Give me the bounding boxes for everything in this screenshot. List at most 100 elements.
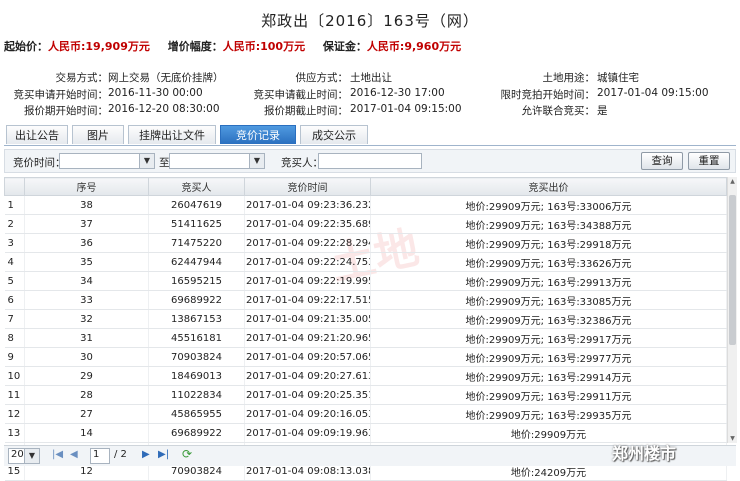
current-page-input[interactable]: 1	[90, 448, 110, 464]
table-row[interactable]: 6 33 69689922 2017-01-04 09:22:17.515 地价:299…	[4, 290, 727, 310]
bid-time-cell: 2017-01-04 09:21:20.965	[244, 328, 371, 348]
query-button[interactable]: 查询	[641, 152, 683, 170]
header-bidder[interactable]: 竞买人	[148, 177, 245, 196]
table-row[interactable]: 9 30 70903824 2017-01-04 09:20:57.065 地价:299…	[4, 347, 727, 367]
bid-price-cell: 地价:29909万元; 163号:33085万元	[370, 290, 727, 310]
last-page-icon[interactable]: ▶|	[158, 449, 169, 460]
refresh-icon[interactable]: ⟳	[182, 447, 192, 461]
apply-end-label: 竞买申请截止时间：	[253, 89, 349, 101]
table-row[interactable]: 4 35 62447944 2017-01-04 09:22:24.753 地价:299…	[4, 252, 727, 272]
bidder-cell: 18469013	[148, 366, 245, 386]
bid-price-cell: 地价:29909万元; 163号:29917万元	[370, 328, 727, 348]
bid-price-cell: 地价:29909万元; 163号:29911万元	[370, 385, 727, 405]
table-header-row: 序号 竞买人 竞价时间 竞买出价	[4, 177, 727, 196]
deposit-value: 人民币:9,960万元	[366, 40, 462, 53]
bid-price-cell: 地价:29909万元; 163号:29914万元	[370, 366, 727, 386]
bidder-cell: 26047619	[148, 195, 245, 215]
bidder-cell: 13867153	[148, 309, 245, 329]
bidder-cell: 62447944	[148, 252, 245, 272]
table-row[interactable]: 3 36 71475220 2017-01-04 09:22:28.294 地价:299…	[4, 233, 727, 253]
tab-deal-publicity[interactable]: 成交公示	[300, 125, 368, 144]
serial-cell: 14	[24, 423, 149, 443]
table-row[interactable]: 1 38 26047619 2017-01-04 09:23:36.232 地价:299…	[4, 195, 727, 215]
bid-time-end-select[interactable]: ▼	[169, 153, 265, 169]
tab-announcement[interactable]: 出让公告	[6, 125, 68, 144]
prev-page-icon[interactable]: ◀	[70, 449, 78, 460]
apply-start-label: 竞买申请开始时间：	[13, 89, 109, 101]
serial-cell: 31	[24, 328, 149, 348]
next-page-icon[interactable]: ▶	[142, 449, 150, 460]
bidder-input[interactable]	[318, 153, 422, 169]
table-row[interactable]: 11 28 11022834 2017-01-04 09:20:25.351 地价:29…	[4, 385, 727, 405]
tab-bid-records[interactable]: 竞价记录	[220, 125, 296, 144]
bidder-cell: 51411625	[148, 214, 245, 234]
bid-time-cell: 2017-01-04 09:21:35.005	[244, 309, 371, 329]
table-row[interactable]: 2 37 51411625 2017-01-04 09:22:35.689 地价:299…	[4, 214, 727, 234]
row-index: 6	[4, 290, 25, 310]
serial-cell: 32	[24, 309, 149, 329]
price-bar: 起始价：人民币:19,909万元 增价幅度：人民币:100万元 保证金：人民币:…	[4, 38, 475, 54]
timed-bid-start-value: 2017-01-04 09:15:00	[597, 87, 709, 99]
bidder-cell: 69689922	[148, 290, 245, 310]
table-row[interactable]: 7 32 13867153 2017-01-04 09:21:35.005 地价:299…	[4, 309, 727, 329]
chevron-down-icon: ▼	[139, 154, 154, 168]
bid-time-cell: 2017-01-04 09:22:35.689	[244, 214, 371, 234]
joint-bid-value: 是	[597, 105, 608, 117]
quote-end-value: 2017-01-04 09:15:00	[350, 103, 462, 115]
trade-mode-value: 网上交易（无底价挂牌）	[108, 72, 224, 84]
bid-price-cell: 地价:29909万元; 163号:34388万元	[370, 214, 727, 234]
page-size-select[interactable]: 20 ▼	[8, 448, 40, 464]
scrollbar-thumb[interactable]	[729, 195, 736, 345]
land-use-label: 土地用途：	[542, 72, 596, 84]
reset-button[interactable]: 重置	[688, 152, 730, 170]
header-bid-price[interactable]: 竞买出价	[370, 177, 727, 196]
bid-time-cell: 2017-01-04 09:22:19.995	[244, 271, 371, 291]
table-row[interactable]: 8 31 45516181 2017-01-04 09:21:20.965 地价:299…	[4, 328, 727, 348]
start-price-label: 起始价：	[4, 40, 48, 53]
row-index: 5	[4, 271, 25, 291]
timed-bid-start-label: 限时竞拍开始时间：	[500, 89, 596, 101]
scroll-down-icon[interactable]: ▼	[728, 434, 737, 443]
bid-records-grid: 序号 竞买人 竞价时间 竞买出价 1 38 26047619 2017-01-04 0…	[4, 177, 727, 481]
bid-time-cell: 2017-01-04 09:23:36.232	[244, 195, 371, 215]
bid-time-cell: 2017-01-04 09:20:16.053	[244, 404, 371, 424]
row-index: 10	[4, 366, 25, 386]
serial-cell: 27	[24, 404, 149, 424]
total-pages-text: / 2	[114, 449, 127, 460]
chevron-down-icon: ▼	[249, 154, 264, 168]
apply-start-value: 2016-11-30 00:00	[108, 87, 203, 99]
serial-cell: 30	[24, 347, 149, 367]
serial-cell: 36	[24, 233, 149, 253]
header-bid-time[interactable]: 竞价时间	[244, 177, 371, 196]
row-index: 7	[4, 309, 25, 329]
quote-start-label: 报价期开始时间：	[24, 105, 108, 117]
bid-price-cell: 地价:29909万元; 163号:29918万元	[370, 233, 727, 253]
serial-cell: 34	[24, 271, 149, 291]
scroll-up-icon[interactable]: ▲	[728, 177, 737, 186]
quote-start-value: 2016-12-20 08:30:00	[108, 103, 220, 115]
joint-bid-label: 允许联合竞买：	[521, 105, 596, 117]
bid-records-table: 序号 竞买人 竞价时间 竞买出价 1 38 26047619 2017-01-04 0…	[4, 177, 727, 481]
row-index: 1	[4, 195, 25, 215]
bid-price-cell: 地价:29909万元; 163号:29913万元	[370, 271, 727, 291]
table-body: 1 38 26047619 2017-01-04 09:23:36.232 地价:299…	[4, 195, 727, 481]
header-serial[interactable]: 序号	[24, 177, 149, 196]
tab-bar: 出让公告 图片 挂牌出让文件 竞价记录 成交公示	[4, 125, 736, 146]
deposit-label: 保证金：	[322, 40, 367, 53]
vertical-scrollbar[interactable]: ▲ ▼	[727, 177, 737, 443]
land-use-value: 城镇住宅	[597, 72, 639, 84]
table-row[interactable]: 10 29 18469013 2017-01-04 09:20:27.613 地价:29…	[4, 366, 727, 386]
bidder-cell: 16595215	[148, 271, 245, 291]
first-page-icon[interactable]: |◀	[52, 449, 63, 460]
tab-listing-documents[interactable]: 挂牌出让文件	[128, 125, 216, 144]
bid-price-cell: 地价:29909万元; 163号:29977万元	[370, 347, 727, 367]
bidder-cell: 45865955	[148, 404, 245, 424]
table-row[interactable]: 12 27 45865955 2017-01-04 09:20:16.053 地价:29…	[4, 404, 727, 424]
tab-images[interactable]: 图片	[72, 125, 124, 144]
supply-mode-label: 供应方式：	[295, 72, 349, 84]
bidder-cell: 69689922	[148, 423, 245, 443]
bid-time-start-select[interactable]: ▼	[59, 153, 155, 169]
increment-value: 人民币:100万元	[222, 40, 306, 53]
table-row[interactable]: 5 34 16595215 2017-01-04 09:22:19.995 地价:299…	[4, 271, 727, 291]
bid-time-cell: 2017-01-04 09:22:17.515	[244, 290, 371, 310]
